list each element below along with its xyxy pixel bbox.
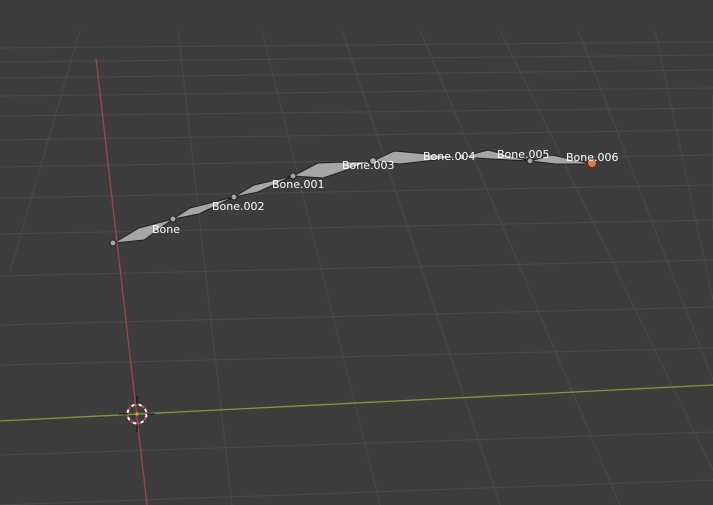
bone-label: Bone.003 [342,159,395,172]
3d-viewport[interactable]: Bone Bone.001 Bone.002 Bone.003 Bone.004… [0,0,713,505]
bone-label: Bone.002 [212,200,265,213]
bone-joint[interactable] [109,239,117,247]
bone-label: Bone.005 [497,148,550,161]
bone-label: Bone [152,223,180,236]
bone-joint[interactable] [169,215,177,223]
bone-label: Bone.006 [566,151,619,164]
bone-label: Bone.001 [272,178,325,191]
bone-label: Bone.004 [423,150,476,163]
viewport-background [0,0,713,505]
